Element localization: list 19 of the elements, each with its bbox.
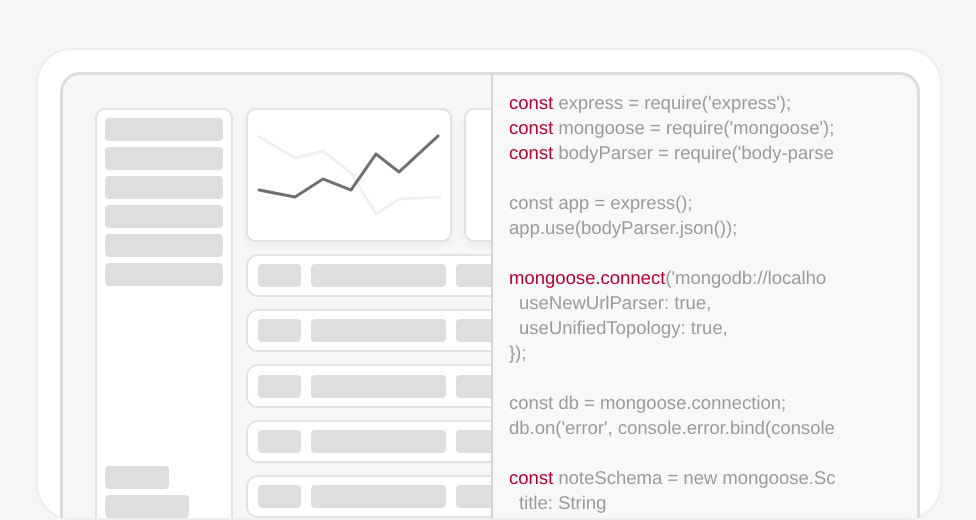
skeleton-bar — [258, 319, 302, 342]
code-line: const db = mongoose.connection; — [509, 391, 788, 415]
code-line: const express = require('express'); — [509, 91, 792, 115]
code-line: }); — [509, 341, 528, 365]
skeleton-bar — [105, 466, 169, 489]
code-line: const bodyParser = require('body-parse — [509, 141, 835, 165]
skeleton-bar — [258, 374, 302, 398]
code-line: const mongoose = require('mongoose'); — [509, 116, 836, 140]
code-line: app.use(bodyParser.json()); — [509, 216, 738, 240]
code-line: useUnifiedTopology: true, — [518, 316, 729, 340]
code-line: mongoose.connect('mongodb://localho — [509, 266, 828, 290]
code-line: useNewUrlParser: true, — [518, 291, 712, 315]
skeleton-bar — [258, 430, 302, 453]
skeleton-bar — [258, 264, 302, 288]
code-line: const noteSchema = new mongoose.Sc — [509, 466, 837, 490]
skeleton-bar — [258, 484, 302, 508]
code-line: const app = express(); — [509, 191, 694, 215]
code-line: title: String — [518, 491, 608, 515]
code-line: db.on('error', console.error.bind(console — [509, 416, 836, 440]
